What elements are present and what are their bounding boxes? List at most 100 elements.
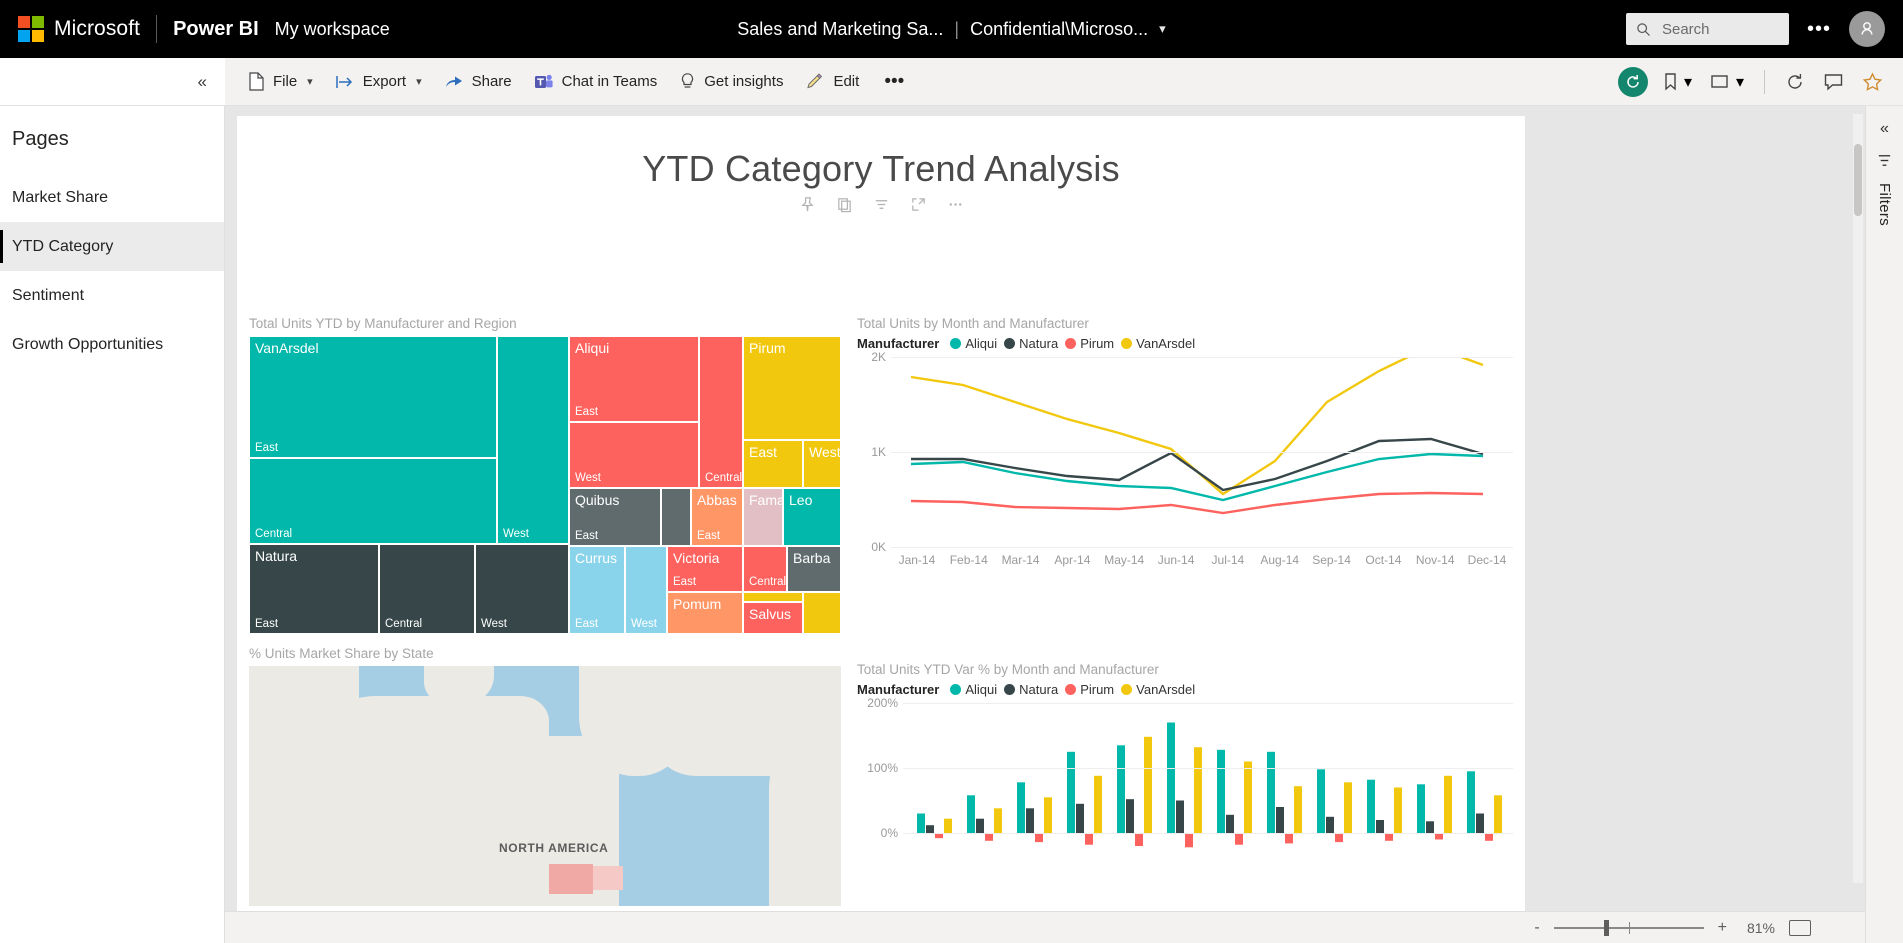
treemap-tile-label: Abbas <box>697 492 737 508</box>
legend-item-pirum[interactable]: Pirum <box>1065 682 1114 697</box>
legend-item-aliqui[interactable]: Aliqui <box>950 336 997 351</box>
fit-to-page-icon[interactable] <box>1789 919 1811 936</box>
treemap-plot[interactable]: VanArsdel East Central West Natura East … <box>249 336 841 634</box>
legend-label: Aliqui <box>965 682 998 697</box>
get-insights-button[interactable]: Get insights <box>670 66 792 97</box>
more-options-icon[interactable] <box>947 196 964 213</box>
treemap-tile[interactable]: Pirum <box>743 336 841 440</box>
treemap-tile[interactable]: Aliqui East <box>569 336 699 422</box>
treemap-tile[interactable]: Pomum <box>667 592 743 634</box>
reset-to-default-button[interactable] <box>1617 66 1648 97</box>
top-more-options-button[interactable]: ••• <box>1807 19 1831 39</box>
treemap-tile[interactable]: Quibus East <box>569 488 661 546</box>
report-name[interactable]: Sales and Marketing Sa... <box>737 19 943 40</box>
chevron-down-icon[interactable]: ▾ <box>1159 21 1166 37</box>
title-separator: | <box>954 18 960 39</box>
microsoft-brand[interactable]: Microsoft <box>0 16 140 42</box>
zoom-out-button[interactable]: - <box>1534 919 1539 937</box>
file-menu-button[interactable]: File ▾ <box>239 66 322 97</box>
visual-map[interactable]: % Units Market Share by State NORTH AMER… <box>249 646 841 906</box>
double-chevron-left-icon[interactable]: « <box>1880 120 1889 138</box>
treemap-tile[interactable]: VanArsdel East <box>249 336 497 458</box>
visual-line-chart[interactable]: Total Units by Month and Manufacturer Ma… <box>857 316 1513 585</box>
legend-item-pirum[interactable]: Pirum <box>1065 336 1114 351</box>
treemap-tile[interactable]: East <box>743 440 803 488</box>
powerbi-wordmark[interactable]: Power BI <box>173 18 259 41</box>
treemap-tile[interactable] <box>803 592 841 634</box>
map-plot[interactable]: NORTH AMERICA <box>249 666 841 906</box>
line-chart-plot[interactable]: 2K 1K 0K Jan-14 Feb-14 Mar-14 Apr-14 May… <box>871 350 1513 585</box>
favorite-button[interactable] <box>1858 68 1887 96</box>
x-axis-tick: Oct-14 <box>1365 553 1402 567</box>
visual-treemap[interactable]: Total Units YTD by Manufacturer and Regi… <box>249 316 841 634</box>
legend-item-vanarsdel[interactable]: VanArsdel <box>1121 682 1195 697</box>
treemap-tile[interactable]: Natura East <box>249 544 379 634</box>
treemap-tile[interactable]: Central <box>699 336 743 488</box>
focus-mode-icon[interactable] <box>910 196 927 213</box>
chevron-down-icon[interactable]: ▾ <box>416 75 422 88</box>
treemap-tile[interactable]: Victoria East <box>667 546 743 592</box>
view-button[interactable]: ▾ <box>1706 68 1748 96</box>
chevron-down-icon[interactable]: ▾ <box>1736 72 1744 92</box>
legend-item-natura[interactable]: Natura <box>1004 682 1058 697</box>
chevron-down-icon[interactable]: ▾ <box>1684 72 1692 92</box>
treemap-tile[interactable]: Fama <box>743 488 783 546</box>
sidebar-item-sentiment[interactable]: Sentiment <box>0 271 224 320</box>
treemap-tile[interactable] <box>743 592 803 602</box>
filter-icon[interactable] <box>873 196 890 213</box>
legend-item-natura[interactable]: Natura <box>1004 336 1058 351</box>
share-button[interactable]: Share <box>435 67 521 96</box>
sidebar-item-growth-opportunities[interactable]: Growth Opportunities <box>0 320 224 369</box>
copy-icon[interactable] <box>836 196 853 213</box>
treemap-tile[interactable] <box>661 488 691 546</box>
workspace-name[interactable]: My workspace <box>275 19 390 40</box>
chevron-down-icon[interactable]: ▾ <box>307 75 313 88</box>
sidebar-item-ytd-category[interactable]: YTD Category <box>0 222 224 271</box>
x-axis-tick: Sep-14 <box>1312 553 1351 567</box>
filters-pane-label[interactable]: Filters <box>1876 183 1893 226</box>
search-box[interactable]: Search <box>1625 13 1789 45</box>
visual-bar-chart[interactable]: Total Units YTD Var % by Month and Manuf… <box>857 662 1513 893</box>
zoom-level-label: 81% <box>1746 919 1775 936</box>
refresh-button[interactable] <box>1781 68 1809 96</box>
sensitivity-label[interactable]: Confidential\Microso... <box>970 19 1148 40</box>
legend-item-vanarsdel[interactable]: VanArsdel <box>1121 336 1195 351</box>
treemap-tile[interactable]: West <box>803 440 841 488</box>
treemap-tile[interactable]: West <box>625 546 667 634</box>
refresh-icon <box>1788 73 1802 89</box>
treemap-tile[interactable]: Central <box>743 546 787 592</box>
treemap-tile[interactable]: Central <box>379 544 475 634</box>
comments-button[interactable] <box>1819 68 1848 95</box>
sidebar-item-market-share[interactable]: Market Share <box>0 173 224 222</box>
treemap-tile-label: Pirum <box>749 340 786 356</box>
collapse-pages-pane-button[interactable]: « <box>0 58 225 105</box>
bar-chart-plot[interactable]: 200% 100% 0% <box>867 696 1513 893</box>
legend-item-aliqui[interactable]: Aliqui <box>950 682 997 697</box>
treemap-tile[interactable]: West <box>497 336 569 544</box>
treemap-tile[interactable]: Barba <box>787 546 841 592</box>
zoom-in-button[interactable]: + <box>1718 919 1727 937</box>
treemap-tile[interactable]: Leo <box>783 488 841 546</box>
pin-icon[interactable] <box>799 196 816 213</box>
treemap-tile[interactable]: Currus East <box>569 546 625 634</box>
user-avatar[interactable] <box>1849 11 1885 47</box>
bookmarks-button[interactable]: ▾ <box>1658 68 1696 96</box>
canvas-vertical-scrollbar[interactable] <box>1853 114 1863 883</box>
treemap-tile[interactable]: Salvus <box>743 602 803 634</box>
zoom-slider[interactable] <box>1553 919 1704 936</box>
treemap-tile[interactable]: West <box>475 544 569 634</box>
edit-button[interactable]: Edit <box>796 66 868 97</box>
export-menu-button[interactable]: Export ▾ <box>326 67 431 96</box>
canvas-scroll-thumb[interactable] <box>1854 144 1862 216</box>
toolbar-overflow-button[interactable]: ••• <box>872 72 916 91</box>
zoom-slider-thumb[interactable] <box>1603 919 1609 936</box>
treemap-tile[interactable]: West <box>569 422 699 488</box>
treemap-region-label: East <box>255 442 279 454</box>
pages-pane: Pages Market Share YTD Category Sentimen… <box>0 106 225 943</box>
chat-in-teams-button[interactable]: Chat in Teams <box>525 67 667 97</box>
x-axis-tick: Jan-14 <box>898 553 936 567</box>
treemap-tile[interactable]: Central <box>249 458 497 544</box>
filter-icon[interactable] <box>1876 152 1893 169</box>
treemap-tile[interactable]: Abbas East <box>691 488 743 546</box>
treemap-tile-label: VanArsdel <box>255 340 319 356</box>
